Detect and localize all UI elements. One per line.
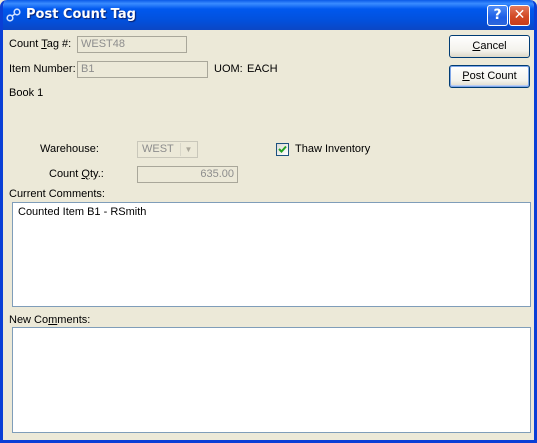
new-comments-label-text-2: ments: <box>57 314 91 326</box>
close-icon: ✕ <box>513 7 526 23</box>
count-qty-label-text: Count <box>49 168 82 180</box>
chevron-down-icon[interactable]: ▼ <box>180 143 196 156</box>
count-tag-label-text: Count <box>9 38 42 50</box>
post-count-label: ost Count <box>469 70 517 82</box>
new-comments-label-accesskey: m <box>48 314 58 326</box>
item-number-label: Item Number: <box>9 63 76 75</box>
current-comments-label: Current Comments: <box>9 188 105 200</box>
post-count-button[interactable]: Post Count <box>449 65 530 88</box>
item-number-field[interactable]: B1 <box>77 61 208 78</box>
warehouse-label: Warehouse: <box>40 143 99 155</box>
thaw-inventory-label: Thaw Inventory <box>295 143 371 155</box>
uom-label: UOM: <box>214 63 243 75</box>
new-comments-label-text: New Co <box>9 314 49 326</box>
window-title: Post Count Tag <box>26 7 136 22</box>
title-bar: Post Count Tag ? ✕ <box>3 0 534 30</box>
thaw-inventory-checkbox[interactable] <box>276 143 289 156</box>
new-comments-label: New Comments: <box>9 314 90 326</box>
help-icon: ? <box>493 7 502 23</box>
count-qty-label-text-2: ty.: <box>89 168 104 180</box>
cancel-label: ancel <box>480 40 507 52</box>
checkmark-icon <box>278 145 287 153</box>
count-tag-field[interactable]: WEST48 <box>77 36 187 53</box>
current-comments-textarea[interactable]: Counted Item B1 - RSmith <box>12 202 531 307</box>
post-count-accesskey: P <box>462 70 470 82</box>
close-button[interactable]: ✕ <box>509 5 530 26</box>
count-qty-field[interactable]: 635.00 <box>137 166 238 183</box>
count-tag-label: Count Tag #: <box>9 38 71 50</box>
help-button[interactable]: ? <box>487 5 508 26</box>
warehouse-select[interactable]: WEST ▼ <box>137 141 198 158</box>
uom-value: EACH <box>247 63 278 75</box>
count-qty-label-accesskey: Q <box>81 168 90 180</box>
count-qty-label: Count Qty.: <box>49 168 104 180</box>
new-comments-textarea[interactable] <box>12 327 531 433</box>
item-description: Book 1 <box>9 87 44 99</box>
app-link-icon <box>6 7 22 23</box>
cancel-button[interactable]: Cancel <box>449 35 530 58</box>
warehouse-selected-value: WEST <box>142 143 174 155</box>
post-count-tag-dialog: Post Count Tag ? ✕ Count Tag #: WEST48 I… <box>0 0 537 443</box>
count-tag-label-text-2: ag #: <box>46 38 72 50</box>
